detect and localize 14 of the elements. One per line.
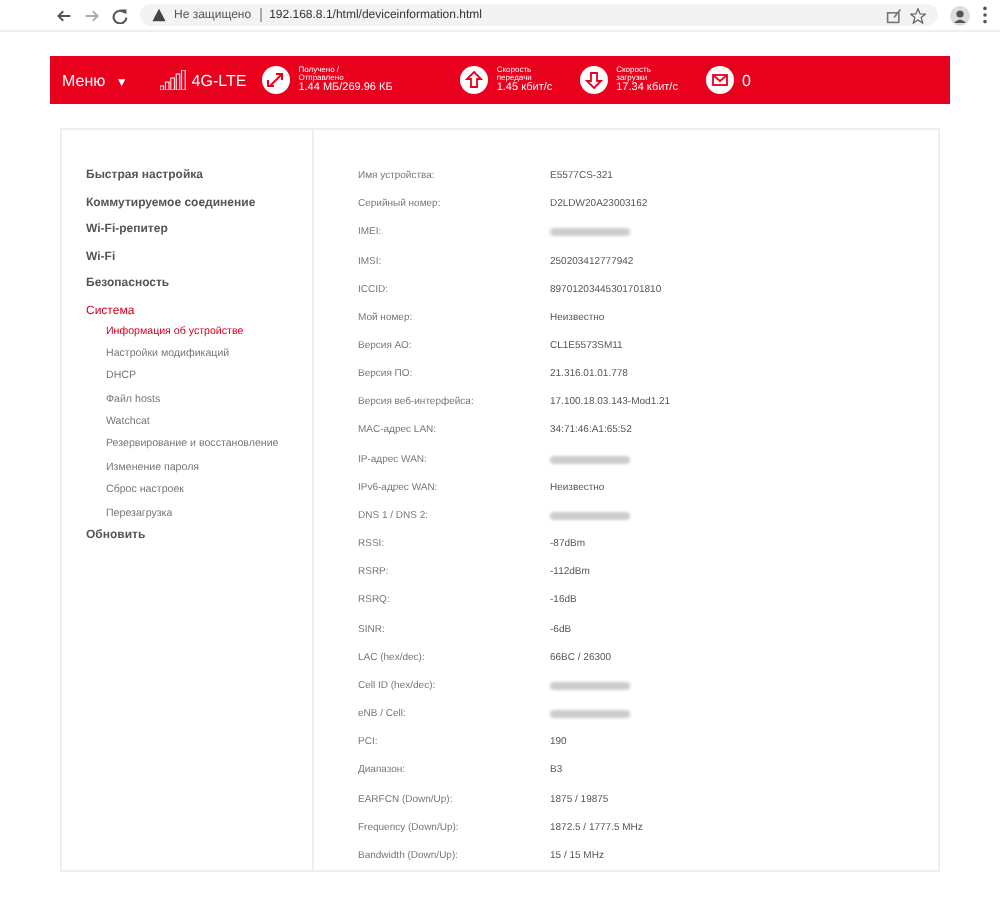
download-arrow-icon: [580, 66, 609, 94]
envelope-icon: [705, 66, 734, 94]
share-icon[interactable]: [886, 7, 902, 23]
back-icon[interactable]: [56, 7, 72, 23]
signal-bars-icon: [159, 70, 188, 90]
upload-arrow-icon: [460, 66, 489, 94]
message-count: 0: [741, 71, 751, 89]
transfer-arrows-icon: [262, 66, 291, 94]
profile-avatar-icon[interactable]: [950, 5, 970, 25]
star-icon[interactable]: [910, 7, 926, 23]
more-menu-icon[interactable]: [982, 6, 988, 24]
warning-icon: [152, 8, 166, 22]
network-type: 4G-LTE: [191, 71, 247, 89]
reload-icon[interactable]: [112, 7, 128, 23]
